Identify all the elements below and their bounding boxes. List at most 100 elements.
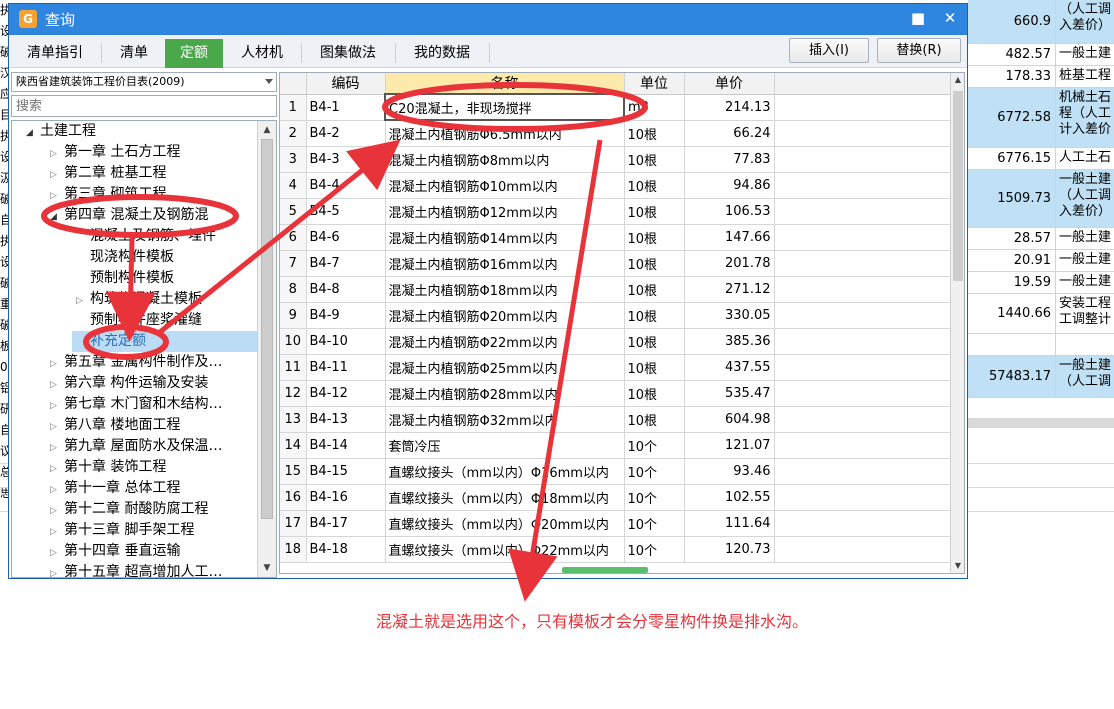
quota-name-cell[interactable]: 混凝土内植钢筋Φ10mm以内 xyxy=(385,172,625,199)
expand-icon[interactable]: ▷ xyxy=(50,354,64,375)
quota-unit-cell[interactable]: m3 xyxy=(624,94,685,121)
table-row[interactable]: 4 B4-4 混凝土内植钢筋Φ10mm以内 10根 94.86 xyxy=(280,172,953,199)
tree-scroll-thumb[interactable] xyxy=(261,139,273,519)
row-index-cell[interactable]: 7 xyxy=(280,250,307,277)
row-index-cell[interactable]: 18 xyxy=(280,536,307,563)
tree-item[interactable]: ▷ 第十四章 垂直运输 xyxy=(50,541,180,562)
tab-labor-material-machine[interactable]: 人材机 xyxy=(225,39,299,68)
tab-my-data[interactable]: 我的数据 xyxy=(397,39,487,68)
quota-unit-cell[interactable]: 10根 xyxy=(624,380,685,407)
expand-icon[interactable]: ▷ xyxy=(50,396,64,417)
expand-icon[interactable]: ▷ xyxy=(50,480,64,501)
quota-unit-cell[interactable]: 10根 xyxy=(624,354,685,381)
search-input[interactable] xyxy=(11,95,277,117)
quota-name-cell[interactable]: 混凝土内植钢筋Φ12mm以内 xyxy=(385,198,625,225)
tree-item[interactable]: 预制构件座浆灌缝 xyxy=(76,310,202,331)
tree-scrollbar[interactable]: ▲ ▼ xyxy=(257,121,276,577)
quota-price-cell[interactable]: 271.12 xyxy=(684,276,775,303)
table-row[interactable]: 3 B4-3 混凝土内植钢筋Φ8mm以内 10根 77.83 xyxy=(280,146,953,173)
quota-unit-cell[interactable]: 10根 xyxy=(624,198,685,225)
quota-name-cell[interactable]: 混凝土内植钢筋Φ32mm以内 xyxy=(385,406,625,433)
quota-name-cell[interactable]: 混凝土内植钢筋Φ16mm以内 xyxy=(385,250,625,277)
expand-icon[interactable]: ▷ xyxy=(50,501,64,522)
row-index-cell[interactable]: 16 xyxy=(280,484,307,511)
quota-name-cell[interactable]: 直螺纹接头（mm以内）Φ16mm以内 xyxy=(385,458,625,485)
quota-price-cell[interactable]: 214.13 xyxy=(684,94,775,121)
table-row[interactable]: 17 B4-17 直螺纹接头（mm以内）Φ20mm以内 10个 111.64 xyxy=(280,510,953,537)
tree-item[interactable]: ▷ 第七章 木门窗和木结构… xyxy=(50,394,222,415)
expand-icon[interactable]: ▷ xyxy=(50,165,64,186)
quota-price-cell[interactable]: 330.05 xyxy=(684,302,775,329)
table-row[interactable]: 18 B4-18 直螺纹接头（mm以内）Φ22mm以内 10个 120.73 xyxy=(280,536,953,563)
quota-unit-cell[interactable]: 10根 xyxy=(624,276,685,303)
expand-icon[interactable]: ▷ xyxy=(50,564,64,577)
table-row[interactable]: 16 B4-16 直螺纹接头（mm以内）Φ18mm以内 10个 102.55 xyxy=(280,484,953,511)
table-row[interactable]: 9 B4-9 混凝土内植钢筋Φ20mm以内 10根 330.05 xyxy=(280,302,953,329)
tree-item[interactable]: 混凝土及钢筋、埋件 xyxy=(76,226,216,247)
insert-button[interactable]: 插入(I) xyxy=(789,38,869,63)
scroll-up-icon[interactable]: ▲ xyxy=(260,123,274,137)
table-row[interactable]: 13 B4-13 混凝土内植钢筋Φ32mm以内 10根 604.98 xyxy=(280,406,953,433)
quota-code-cell[interactable]: B4-16 xyxy=(306,484,386,511)
scroll-up-icon[interactable]: ▲ xyxy=(951,73,964,87)
quota-code-cell[interactable]: B4-12 xyxy=(306,380,386,407)
quota-unit-cell[interactable]: 10个 xyxy=(624,484,685,511)
horizontal-scroll-indicator[interactable] xyxy=(562,567,648,573)
replace-button[interactable]: 替换(R) xyxy=(877,38,961,63)
minimize-button[interactable]: ■ xyxy=(909,8,927,28)
quota-unit-cell[interactable]: 10根 xyxy=(624,120,685,147)
quota-unit-cell[interactable]: 10个 xyxy=(624,536,685,563)
quota-name-cell[interactable]: 混凝土内植钢筋Φ8mm以内 xyxy=(385,146,625,173)
row-index-cell[interactable]: 17 xyxy=(280,510,307,537)
quota-name-cell[interactable]: 混凝土内植钢筋Φ14mm以内 xyxy=(385,224,625,251)
row-index-cell[interactable]: 13 xyxy=(280,406,307,433)
table-row[interactable]: 12 B4-12 混凝土内植钢筋Φ28mm以内 10根 535.47 xyxy=(280,380,953,407)
tree-item[interactable]: ▷ 第十一章 总体工程 xyxy=(50,478,180,499)
quota-code-cell[interactable]: B4-2 xyxy=(306,120,386,147)
quota-price-cell[interactable]: 147.66 xyxy=(684,224,775,251)
quota-price-cell[interactable]: 66.24 xyxy=(684,120,775,147)
quota-unit-cell[interactable]: 10根 xyxy=(624,146,685,173)
quota-price-cell[interactable]: 106.53 xyxy=(684,198,775,225)
tree-item[interactable]: ▷ 第一章 土石方工程 xyxy=(50,142,180,163)
quota-code-cell[interactable]: B4-11 xyxy=(306,354,386,381)
row-index-cell[interactable]: 2 xyxy=(280,120,307,147)
quota-unit-cell[interactable]: 10根 xyxy=(624,250,685,277)
quota-code-cell[interactable]: B4-8 xyxy=(306,276,386,303)
expand-icon[interactable]: ▷ xyxy=(50,459,64,480)
tree-item[interactable]: ▷ 第十三章 脚手架工程 xyxy=(50,520,194,541)
row-index-cell[interactable]: 11 xyxy=(280,354,307,381)
close-button[interactable]: ✕ xyxy=(941,8,959,28)
tree-item[interactable]: ▷ 第六章 构件运输及安装 xyxy=(50,373,208,394)
tree-item[interactable]: ▷ 第三章 砌筑工程 xyxy=(50,184,166,205)
tree-item[interactable]: ▷ 第五章 金属构件制作及… xyxy=(50,352,222,373)
tree-item[interactable]: ◢ 土建工程 xyxy=(26,121,96,142)
tree-item[interactable]: ▷ 第九章 屋面防水及保温… xyxy=(50,436,222,457)
row-index-cell[interactable]: 9 xyxy=(280,302,307,329)
quota-unit-cell[interactable]: 10根 xyxy=(624,172,685,199)
quota-unit-cell[interactable]: 10个 xyxy=(624,458,685,485)
quota-name-cell[interactable]: 直螺纹接头（mm以内）Φ20mm以内 xyxy=(385,510,625,537)
tree-item[interactable]: ▷ 构筑物混凝土模板 xyxy=(76,289,202,310)
table-row[interactable]: 14 B4-14 套筒冷压 10个 121.07 xyxy=(280,432,953,459)
quota-name-cell[interactable]: 混凝土内植钢筋Φ6.5mm以内 xyxy=(385,120,625,147)
tree-item[interactable]: ◢ 第四章 混凝土及钢筋混 xyxy=(50,205,208,226)
quota-unit-cell[interactable]: 10根 xyxy=(624,406,685,433)
dialog-titlebar[interactable]: G 查询 ■ ✕ xyxy=(9,4,967,34)
tab-bill-guide[interactable]: 清单指引 xyxy=(11,39,99,68)
quota-code-cell[interactable]: B4-14 xyxy=(306,432,386,459)
quota-unit-cell[interactable]: 10根 xyxy=(624,224,685,251)
grid-scrollbar[interactable]: ▲ ▼ xyxy=(950,73,964,573)
quota-price-cell[interactable]: 111.64 xyxy=(684,510,775,537)
quota-name-cell[interactable]: 套筒冷压 xyxy=(385,432,625,459)
quota-name-cell[interactable]: 混凝土内植钢筋Φ28mm以内 xyxy=(385,380,625,407)
grid-scroll-thumb[interactable] xyxy=(953,91,963,281)
row-index-cell[interactable]: 14 xyxy=(280,432,307,459)
expand-icon[interactable]: ▷ xyxy=(50,186,64,207)
row-index-cell[interactable]: 6 xyxy=(280,224,307,251)
row-index-cell[interactable]: 10 xyxy=(280,328,307,355)
tab-atlas-method[interactable]: 图集做法 xyxy=(303,39,393,68)
row-index-cell[interactable]: 12 xyxy=(280,380,307,407)
quota-name-cell[interactable]: C20混凝土，非现场搅拌 xyxy=(384,93,625,121)
tab-bill[interactable]: 清单 xyxy=(103,39,165,68)
